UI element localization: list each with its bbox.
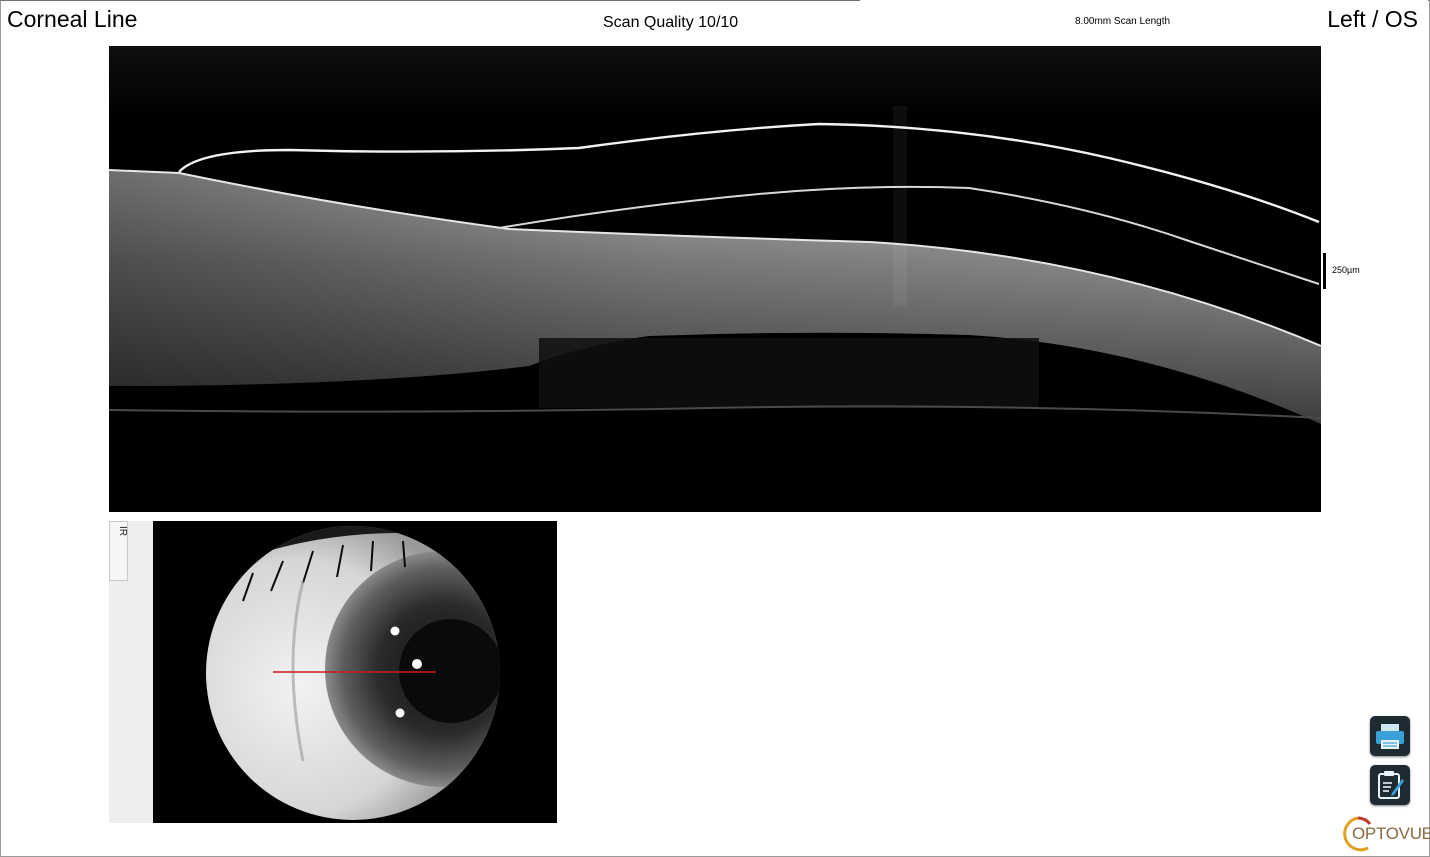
ir-tab-label: IR — [117, 526, 128, 536]
scan-length-label: 8.00mm Scan Length — [1075, 16, 1171, 27]
scale-bar — [1323, 253, 1326, 289]
scale-bar-label: 250µm — [1332, 265, 1360, 275]
eye-side-label: Left / OS — [1327, 6, 1418, 32]
report-button[interactable] — [1370, 765, 1410, 805]
ir-tab[interactable]: IR — [109, 521, 128, 581]
print-button[interactable] — [1370, 716, 1410, 756]
logo-text: OPTOVUE — [1352, 824, 1430, 843]
oct-bscan-graphic — [109, 46, 1321, 512]
frame-gap — [860, 0, 1428, 2]
ir-eye-image[interactable] — [153, 521, 557, 823]
scan-type-title: Corneal Line — [7, 6, 138, 32]
ir-tab-panel: IR — [109, 521, 153, 823]
optovue-logo: OPTOVUE — [1338, 814, 1430, 854]
scan-quality-label: Scan Quality 10/10 — [603, 14, 739, 31]
oct-bscan-image[interactable] — [109, 46, 1321, 512]
printer-icon — [1376, 724, 1404, 749]
ir-eye-graphic — [153, 521, 557, 823]
clipboard-edit-icon — [1378, 771, 1404, 799]
